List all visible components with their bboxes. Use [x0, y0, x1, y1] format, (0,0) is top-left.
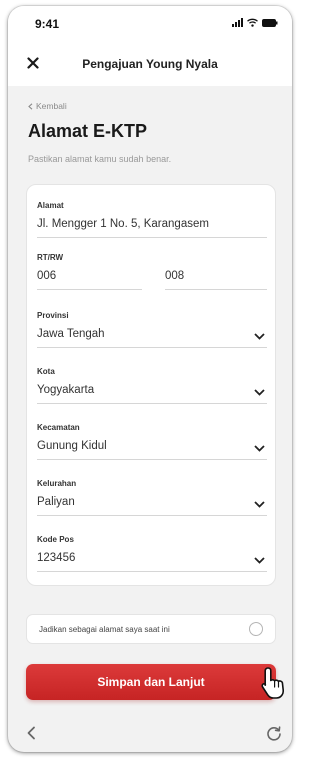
city-label: Kota — [37, 367, 55, 376]
refresh-icon[interactable] — [266, 726, 282, 742]
province-label: Provinsi — [37, 311, 69, 320]
rw-underline — [165, 289, 267, 290]
page-title: Alamat E-KTP — [28, 121, 148, 141]
village-value: Paliyan — [37, 496, 75, 508]
address-underline — [37, 237, 267, 238]
status-bar: 9:41 — [8, 6, 292, 40]
phone-frame: 9:41 Pengajuan Young Nyala Kembali Alama… — [8, 6, 292, 752]
chevron-down-icon — [254, 501, 265, 508]
postal-code-value: 123456 — [37, 552, 76, 564]
postal-code-select[interactable]: Kode Pos 123456 — [37, 535, 267, 572]
rt-field[interactable]: 006 — [37, 262, 142, 290]
page-subtitle: Pastikan alamat kamu sudah benar. — [28, 154, 172, 164]
address-label: Alamat — [37, 201, 64, 210]
battery-icon — [262, 19, 278, 27]
district-select[interactable]: Kecamatan Gunung Kidul — [37, 423, 267, 460]
province-underline — [37, 347, 267, 348]
signal-icon — [232, 18, 243, 27]
back-link[interactable]: Kembali — [28, 101, 67, 111]
city-underline — [37, 403, 267, 404]
header-title: Pengajuan Young Nyala — [82, 57, 218, 71]
chevron-left-small-icon — [28, 102, 33, 110]
bottom-nav — [8, 718, 292, 752]
postal-code-label: Kode Pos — [37, 535, 74, 544]
rt-rw-field: RT/RW 006 008 — [37, 253, 267, 299]
province-value: Jawa Tengah — [37, 328, 105, 340]
hand-pointer-icon — [261, 667, 285, 699]
province-select[interactable]: Provinsi Jawa Tengah — [37, 311, 267, 348]
chevron-down-icon — [254, 445, 265, 452]
postal-code-underline — [37, 571, 267, 572]
rt-underline — [37, 289, 142, 290]
current-address-radio[interactable] — [249, 622, 263, 636]
district-label: Kecamatan — [37, 423, 80, 432]
save-continue-label: Simpan dan Lanjut — [97, 675, 205, 689]
village-underline — [37, 515, 267, 516]
current-address-label: Jadikan sebagai alamat saya saat ini — [39, 625, 170, 634]
rt-input[interactable]: 006 — [37, 270, 142, 282]
rt-rw-inputs: 006 008 — [37, 262, 267, 299]
back-link-label: Kembali — [36, 101, 67, 111]
rw-field[interactable]: 008 — [165, 262, 267, 290]
rt-rw-label: RT/RW — [37, 253, 64, 262]
status-icons — [232, 18, 278, 27]
village-label: Kelurahan — [37, 479, 77, 488]
district-underline — [37, 459, 267, 460]
address-input[interactable]: Jl. Mengger 1 No. 5, Karangasem — [37, 218, 267, 230]
address-form-card: Alamat Jl. Mengger 1 No. 5, Karangasem R… — [26, 184, 276, 586]
city-select[interactable]: Kota Yogyakarta — [37, 367, 267, 404]
rw-input[interactable]: 008 — [165, 270, 267, 282]
wifi-icon — [247, 18, 258, 27]
village-select[interactable]: Kelurahan Paliyan — [37, 479, 267, 516]
chevron-down-icon — [254, 557, 265, 564]
chevron-down-icon — [254, 333, 265, 340]
chevron-left-icon[interactable] — [26, 726, 36, 740]
city-value: Yogyakarta — [37, 384, 95, 396]
current-address-option[interactable]: Jadikan sebagai alamat saya saat ini — [26, 614, 276, 644]
chevron-down-icon — [254, 389, 265, 396]
save-continue-button[interactable]: Simpan dan Lanjut — [26, 664, 276, 700]
district-value: Gunung Kidul — [37, 440, 107, 452]
status-time: 9:41 — [35, 17, 60, 31]
address-field[interactable]: Alamat Jl. Mengger 1 No. 5, Karangasem — [37, 201, 267, 238]
app-header: Pengajuan Young Nyala — [8, 48, 292, 78]
